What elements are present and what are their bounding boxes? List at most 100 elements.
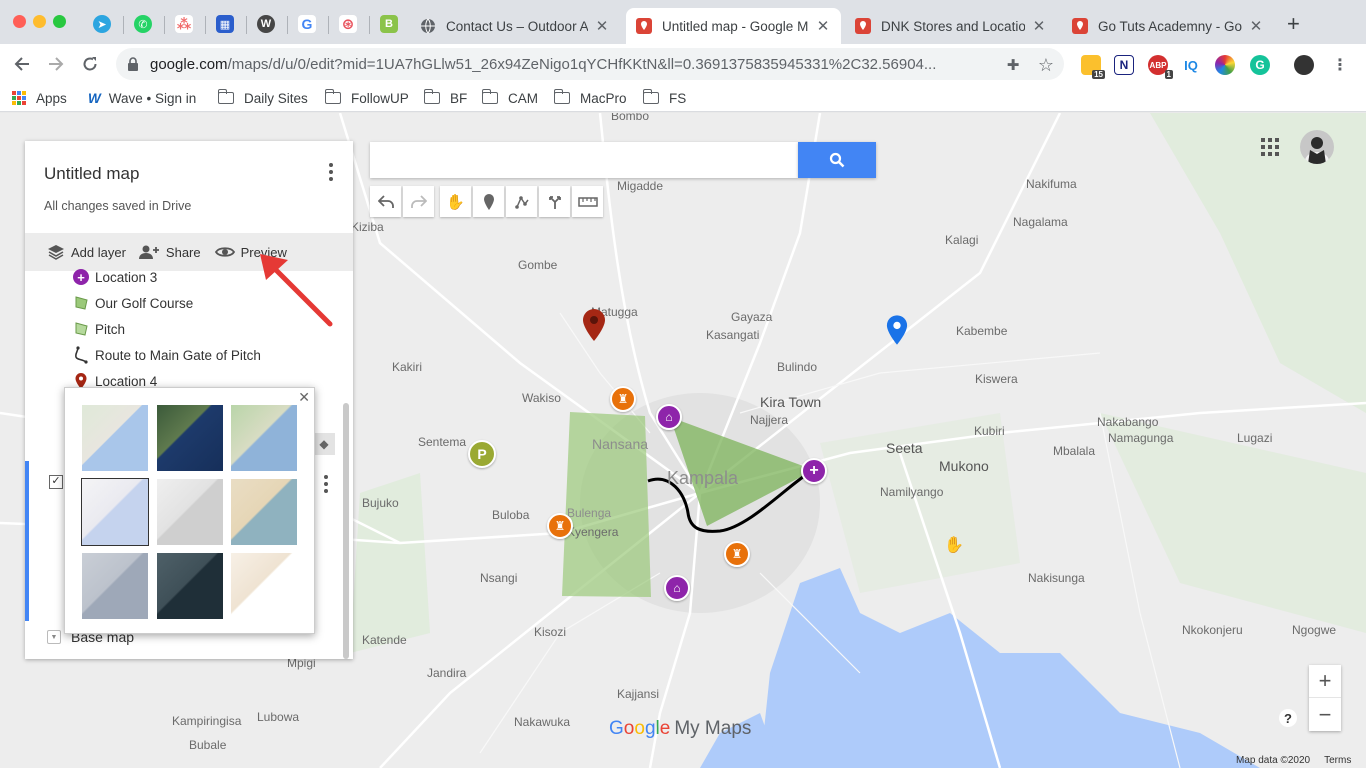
maximize-window-button[interactable] xyxy=(53,15,66,28)
tab-dnk-stores[interactable]: DNK Stores and Location ✕ xyxy=(845,8,1057,44)
map-place-label: Buloba xyxy=(492,508,530,522)
style-thumb-light-landmass[interactable] xyxy=(82,553,148,619)
pinned-tab-whatsapp[interactable]: ✆ xyxy=(125,9,161,39)
add-marker-button[interactable] xyxy=(473,186,504,217)
extension-adblock-icon[interactable]: ABP 1 xyxy=(1148,55,1173,79)
google-apps-icon[interactable] xyxy=(1261,138,1279,156)
bookmark-star-icon[interactable]: ☆ xyxy=(1036,55,1056,75)
style-thumb-simple-atlas[interactable] xyxy=(231,479,297,545)
map-place-label: Nansana xyxy=(592,436,649,452)
forward-button[interactable] xyxy=(43,52,69,76)
bookmark-daily-sites[interactable]: Daily Sites xyxy=(217,88,308,108)
select-items-button[interactable]: ✋ xyxy=(440,186,471,217)
lighthouse-marker-icon[interactable]: ♜ xyxy=(610,386,636,412)
home-marker-icon[interactable]: ⌂ xyxy=(664,575,690,601)
home-marker-icon[interactable]: ⌂ xyxy=(656,404,682,430)
bookmark-macpro[interactable]: MacPro xyxy=(553,88,627,108)
map-canvas[interactable]: Nakifuma Nagalama Kalagi Gombe Kiziba Mi… xyxy=(0,113,1366,768)
tab-contact-us[interactable]: Contact Us – Outdoor Ad ✕ xyxy=(410,8,620,44)
add-layer-button[interactable]: Add layer xyxy=(47,244,126,260)
extension-sticky-icon[interactable]: 15 xyxy=(1081,55,1105,79)
close-tab-icon[interactable]: ✕ xyxy=(1248,17,1264,35)
paint-style-icon[interactable]: ◆ xyxy=(313,433,335,455)
terms-link[interactable]: Terms xyxy=(1324,755,1351,766)
help-button[interactable]: ? xyxy=(1279,709,1297,727)
location-4-pin-icon[interactable] xyxy=(582,309,606,344)
extension-grammarly-icon[interactable]: G xyxy=(1250,55,1270,75)
blue-pin-icon[interactable] xyxy=(886,315,908,348)
bookmark-fs[interactable]: FS xyxy=(642,88,686,108)
map-place-label: Bombo xyxy=(611,113,650,123)
hand-cursor-icon: ✋ xyxy=(944,537,964,554)
layer-item-label: Pitch xyxy=(95,321,126,337)
zoom-out-button[interactable]: − xyxy=(1309,698,1341,731)
map-options-button[interactable] xyxy=(327,163,335,181)
layer-item-route[interactable]: Route to Main Gate of Pitch xyxy=(72,344,261,366)
layer-visibility-checkbox[interactable]: ✓ xyxy=(49,475,63,489)
pinned-tab-asana[interactable]: ⁂ xyxy=(166,9,202,39)
lighthouse-marker-icon[interactable]: ♜ xyxy=(724,541,750,567)
save-status: All changes saved in Drive xyxy=(44,199,192,213)
location-3-plus-marker-icon[interactable]: + xyxy=(801,458,827,484)
style-thumb-mono-city[interactable] xyxy=(157,479,223,545)
map-place-label: Bujuko xyxy=(362,496,399,510)
close-tab-icon[interactable]: ✕ xyxy=(1031,17,1047,35)
profile-avatar-icon[interactable] xyxy=(1294,55,1314,75)
close-tab-icon[interactable]: ✕ xyxy=(815,17,831,35)
layer-options-button[interactable] xyxy=(323,475,329,493)
bookmark-wave[interactable]: W Wave • Sign in xyxy=(88,88,196,108)
pinned-tab-swirl[interactable]: ⊛ xyxy=(330,9,366,39)
pinned-tab-b-app[interactable]: B xyxy=(371,9,407,39)
draw-line-button[interactable] xyxy=(506,186,537,217)
redo-button[interactable] xyxy=(403,186,434,217)
close-tab-icon[interactable]: ✕ xyxy=(594,17,610,35)
extension-color-wheel-icon[interactable] xyxy=(1215,55,1235,75)
back-button[interactable] xyxy=(9,52,35,76)
bookmark-bf[interactable]: BF xyxy=(423,88,467,108)
layer-item-pitch[interactable]: Pitch xyxy=(72,318,125,340)
layer-item-our-golf-course[interactable]: Our Golf Course xyxy=(72,292,193,314)
style-thumb-whitewater[interactable] xyxy=(231,553,297,619)
pinned-tab-telegram[interactable]: ➤ xyxy=(84,9,120,39)
share-button[interactable]: Share xyxy=(138,244,201,260)
map-place-label: Kajjansi xyxy=(617,687,660,701)
pinned-tab-grid-app[interactable]: ▦ xyxy=(207,9,243,39)
style-thumb-satellite[interactable] xyxy=(157,405,223,471)
zoom-in-button[interactable]: + xyxy=(1309,665,1341,698)
close-window-button[interactable] xyxy=(13,15,26,28)
add-directions-button[interactable] xyxy=(539,186,570,217)
lighthouse-marker-icon[interactable]: ♜ xyxy=(547,513,573,539)
map-title[interactable]: Untitled map xyxy=(44,164,139,184)
style-thumb-terrain[interactable] xyxy=(231,405,297,471)
close-icon[interactable]: ✕ xyxy=(298,389,310,406)
browser-menu-icon[interactable]: ⋮ xyxy=(1330,55,1350,75)
style-thumb-light-political[interactable] xyxy=(81,478,149,546)
layer-item-location-3[interactable]: + Location 3 xyxy=(72,266,157,288)
url-path: /maps/d/u/0/edit?mid=1UA7hGLlw51_26x94Ze… xyxy=(227,55,937,73)
account-avatar[interactable] xyxy=(1300,130,1334,164)
new-tab-button[interactable]: + xyxy=(1287,13,1300,35)
extension-puzzle-icon[interactable]: ✚ xyxy=(1003,55,1023,75)
map-search-input[interactable] xyxy=(370,142,798,178)
bookmark-followup[interactable]: FollowUP xyxy=(324,88,409,108)
measure-button[interactable] xyxy=(572,186,603,217)
map-search-button[interactable] xyxy=(798,142,876,178)
undo-button[interactable] xyxy=(370,186,401,217)
pinned-tab-google[interactable]: G xyxy=(289,9,325,39)
minimize-window-button[interactable] xyxy=(33,15,46,28)
pinned-tab-wordpress[interactable]: W xyxy=(248,9,284,39)
tab-go-tuts[interactable]: Go Tuts Academny - Go ✕ xyxy=(1062,8,1274,44)
bookmark-apps[interactable]: Apps xyxy=(12,88,67,108)
panel-scrollbar[interactable] xyxy=(343,403,349,659)
address-bar[interactable]: google.com/maps/d/u/0/edit?mid=1UA7hGLlw… xyxy=(116,48,1064,80)
style-thumb-map[interactable] xyxy=(82,405,148,471)
reload-button[interactable] xyxy=(77,52,103,76)
map-search-box[interactable] xyxy=(370,142,798,178)
parking-marker-icon[interactable]: P xyxy=(468,440,496,468)
style-thumb-dark-landmass[interactable] xyxy=(157,553,223,619)
bookmark-cam[interactable]: CAM xyxy=(481,88,538,108)
share-label: Share xyxy=(165,244,201,260)
tab-untitled-map[interactable]: Untitled map - Google M ✕ xyxy=(626,8,841,44)
extension-n-icon[interactable]: N xyxy=(1114,55,1134,75)
extension-iq-icon[interactable]: IQ xyxy=(1181,55,1201,75)
